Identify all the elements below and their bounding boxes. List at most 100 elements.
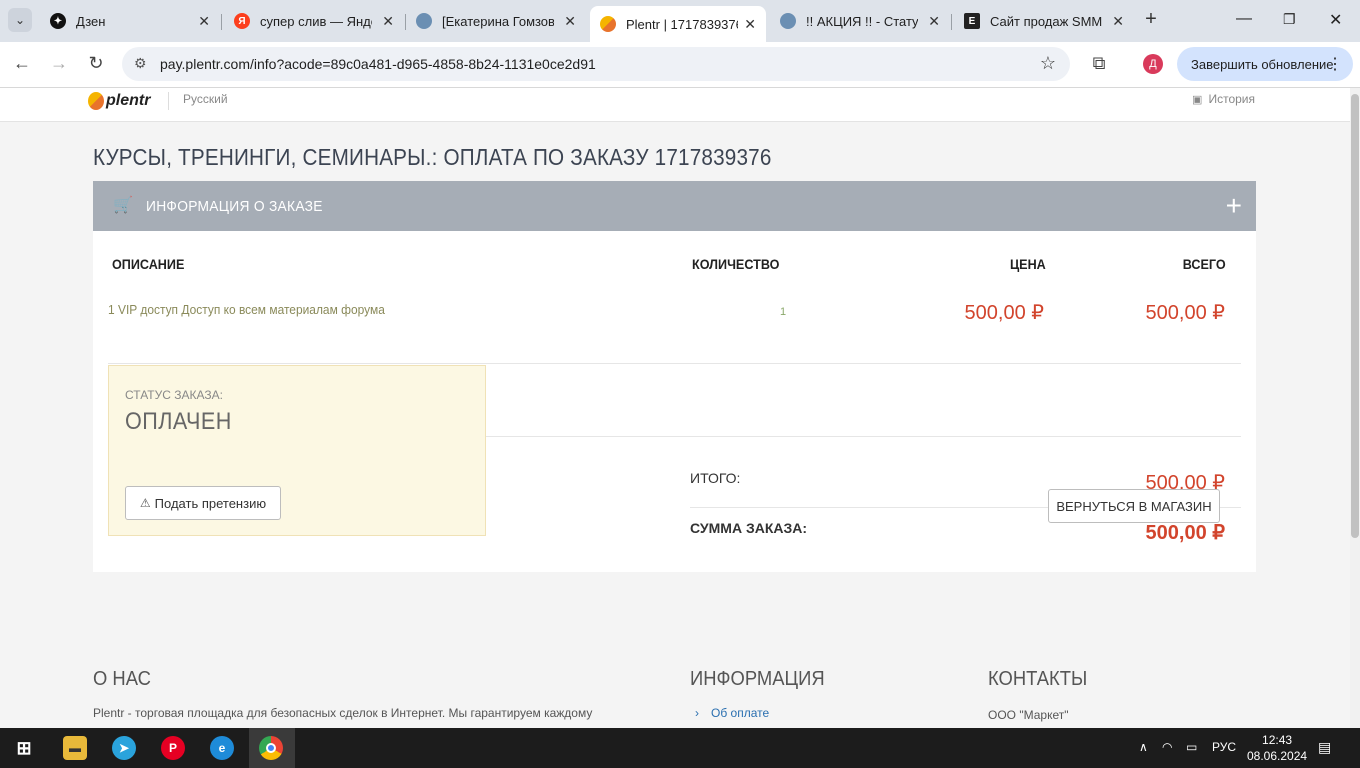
chrome-icon[interactable] — [259, 736, 283, 760]
footer-contacts-title: КОНТАКТЫ — [988, 668, 1088, 690]
finish-update-button[interactable]: Завершить обновление ⋮ — [1177, 47, 1353, 81]
profile-avatar[interactable]: Д — [1143, 54, 1163, 74]
order-status-box: СТАТУС ЗАКАЗА: ОПЛАЧЕН ⚠ Подать претензию — [108, 365, 486, 536]
new-tab-icon[interactable]: + — [1140, 8, 1162, 31]
footer-about-text: Plentr - торговая площадка для безопасны… — [93, 706, 593, 720]
footer-contacts-text: ООО "Маркет" — [988, 708, 1069, 722]
close-window-icon[interactable]: ✕ — [1329, 10, 1342, 30]
reload-icon[interactable]: ↻ — [84, 53, 108, 74]
close-tab-icon[interactable]: ✕ — [382, 13, 394, 30]
forum-icon — [416, 13, 432, 29]
order-section-title: ИНФОРМАЦИЯ О ЗАКАЗЕ — [146, 198, 323, 215]
close-tab-icon[interactable]: ✕ — [744, 16, 756, 33]
submit-claim-button[interactable]: ⚠ Подать претензию — [125, 486, 281, 520]
status-label: СТАТУС ЗАКАЗА: — [125, 388, 223, 402]
tab-title: [Екатерина Гомзова — [442, 13, 554, 29]
tab-title: супер слив — Яндекс — [260, 13, 372, 29]
site-header: plentr Русский ▣ История — [0, 88, 1350, 122]
tray-chevron-up-icon[interactable]: ∧ — [1139, 740, 1148, 754]
tab-dzen[interactable]: ✦ Дзен ✕ — [40, 6, 220, 36]
history-label: История — [1208, 92, 1255, 106]
menu-dots-icon[interactable]: ⋮ — [1327, 54, 1343, 74]
taskbar-clock[interactable]: 12:43 08.06.2024 — [1247, 732, 1307, 764]
expand-plus-icon[interactable]: + — [1226, 190, 1242, 222]
subtotal-label: ИТОГО: — [690, 470, 741, 486]
windows-start-icon[interactable]: ⊞ — [12, 736, 36, 760]
order-card-header[interactable]: 🛒 ИНФОРМАЦИЯ О ЗАКАЗЕ + — [93, 181, 1256, 231]
tab-title: Сайт продаж SMM — [990, 13, 1102, 29]
windows-taskbar: ⊞ ▬ ➤ P e ∧ ◠ ▭ РУС 12:43 08.06.2024 ▤ — [0, 728, 1360, 768]
clock-date: 08.06.2024 — [1247, 749, 1308, 763]
language-selector[interactable]: Русский — [168, 92, 228, 110]
tab-forum-2[interactable]: !! АКЦИЯ !! - Статус ✕ — [770, 6, 950, 36]
bookmark-star-icon[interactable]: ☆ — [1040, 53, 1056, 74]
elementor-icon: E — [964, 13, 980, 29]
restore-icon[interactable]: ❐ — [1283, 11, 1296, 28]
address-bar[interactable]: ⚙ pay.plentr.com/info?acode=89c0a481-d96… — [122, 47, 1070, 81]
footer-about-title: О НАС — [93, 668, 151, 690]
browser-tab-bar: ⌄ ✦ Дзен ✕ Я супер слив — Яндекс ✕ [Екат… — [0, 0, 1360, 42]
plentr-icon — [600, 16, 616, 32]
web-page: plentr Русский ▣ История КУРСЫ, ТРЕНИНГИ,… — [0, 88, 1350, 728]
column-header-description: ОПИСАНИЕ — [112, 256, 185, 272]
order-sum-label: СУММА ЗАКАЗА: — [690, 520, 808, 536]
submit-claim-label: Подать претензию — [154, 495, 267, 511]
close-tab-icon[interactable]: ✕ — [198, 13, 210, 30]
tab-title: Plentr | 1717839376 — [626, 16, 738, 32]
tab-title: Дзен — [76, 13, 106, 29]
yandex-icon: Я — [234, 13, 250, 29]
logo-text: plentr — [106, 92, 151, 109]
chevron-right-icon: › — [695, 706, 699, 720]
order-item-quantity: 1 — [780, 306, 787, 318]
column-header-total: ВСЕГО — [1183, 256, 1226, 272]
wifi-icon[interactable]: ◠ — [1162, 740, 1172, 754]
pinterest-icon[interactable]: P — [161, 736, 185, 760]
plentr-logo-icon — [88, 92, 104, 110]
return-to-shop-button[interactable]: ВЕРНУТЬСЯ В МАГАЗИН — [1048, 489, 1220, 523]
input-language[interactable]: РУС — [1212, 740, 1236, 754]
page-title: КУРСЫ, ТРЕНИНГИ, СЕМИНАРЫ.: ОПЛАТА ПО ЗА… — [93, 144, 772, 170]
footer-info-title: ИНФОРМАЦИЯ — [690, 668, 825, 690]
tab-yandex[interactable]: Я супер слив — Яндекс ✕ — [224, 6, 404, 36]
warning-icon: ⚠ — [139, 496, 151, 510]
order-card: 🛒 ИНФОРМАЦИЯ О ЗАКАЗЕ + ОПИСАНИЕ КОЛИЧЕС… — [93, 181, 1256, 572]
telegram-icon[interactable]: ➤ — [112, 736, 136, 760]
scrollbar-thumb[interactable] — [1351, 94, 1359, 538]
display-icon[interactable]: ▭ — [1186, 740, 1197, 754]
forum-icon — [780, 13, 796, 29]
forward-icon[interactable]: → — [47, 53, 71, 74]
url-text[interactable]: pay.plentr.com/info?acode=89c0a481-d965-… — [160, 56, 596, 72]
order-item-price: 500,00 ₽ — [964, 302, 1044, 324]
tab-plentr-active[interactable]: Plentr | 1717839376 ✕ — [590, 6, 766, 42]
extensions-icon[interactable]: ⧉ — [1087, 53, 1111, 74]
footer-payment-link[interactable]: Об оплате — [711, 706, 769, 720]
history-link[interactable]: ▣ История — [1192, 92, 1255, 106]
tab-search-chevron-icon[interactable]: ⌄ — [8, 8, 32, 32]
column-header-quantity: КОЛИЧЕСТВО — [692, 256, 780, 272]
order-sum-value: 500,00 ₽ — [1145, 522, 1225, 544]
page-scrollbar[interactable] — [1350, 88, 1360, 728]
notifications-icon[interactable]: ▤ — [1318, 739, 1331, 756]
tab-forum-1[interactable]: [Екатерина Гомзова ✕ — [406, 6, 586, 36]
minimize-icon[interactable]: — — [1236, 10, 1252, 28]
cart-icon: 🛒 — [113, 197, 133, 214]
close-tab-icon[interactable]: ✕ — [928, 13, 940, 30]
dzen-icon: ✦ — [50, 13, 66, 29]
file-explorer-icon[interactable]: ▬ — [63, 736, 87, 760]
inbox-icon: ▣ — [1192, 94, 1203, 106]
tab-title: !! АКЦИЯ !! - Статус — [806, 13, 918, 29]
divider — [108, 363, 1241, 364]
order-item-total: 500,00 ₽ — [1145, 302, 1225, 324]
back-icon[interactable]: ← — [10, 53, 34, 74]
site-settings-icon[interactable]: ⚙ — [134, 55, 147, 72]
order-item-description: 1 VIP доступ Доступ ко всем материалам ф… — [108, 302, 385, 317]
close-tab-icon[interactable]: ✕ — [564, 13, 576, 30]
plentr-logo[interactable]: plentr — [88, 92, 150, 110]
edge-icon[interactable]: e — [210, 736, 234, 760]
status-value: ОПЛАЧЕН — [125, 408, 232, 435]
browser-toolbar: ← → ↻ ⚙ pay.plentr.com/info?acode=89c0a4… — [0, 42, 1360, 88]
finish-update-label: Завершить обновление — [1191, 56, 1334, 72]
close-tab-icon[interactable]: ✕ — [1112, 13, 1124, 30]
tab-smm[interactable]: E Сайт продаж SMM ✕ — [954, 6, 1134, 36]
column-header-price: ЦЕНА — [1010, 256, 1046, 272]
